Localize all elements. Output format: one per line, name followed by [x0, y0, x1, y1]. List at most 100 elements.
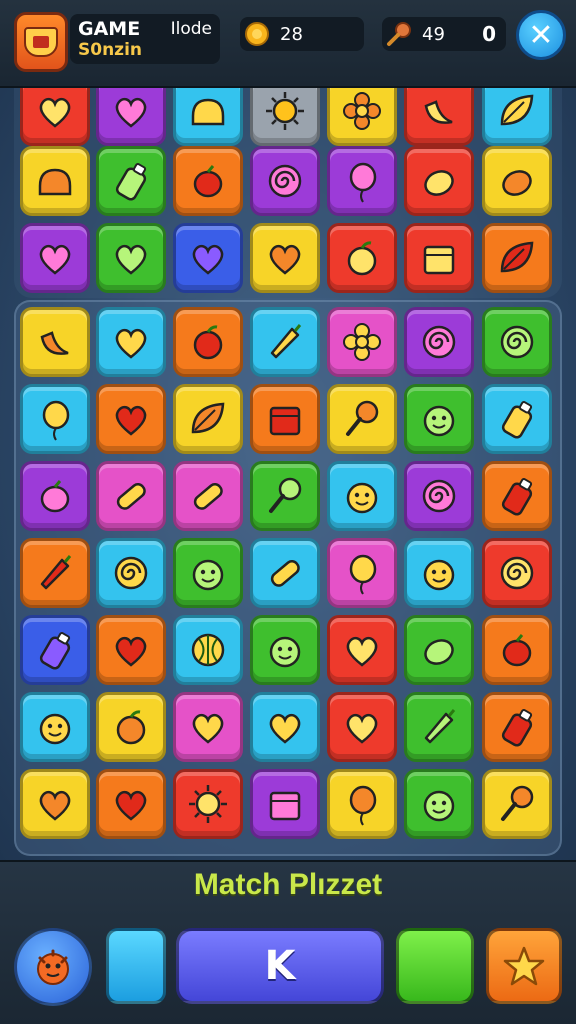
board-tile[interactable]: [173, 538, 243, 608]
lolly-icon: [346, 400, 379, 436]
board-tile[interactable]: [20, 692, 90, 762]
board-tile[interactable]: [482, 384, 552, 454]
board-tile[interactable]: [96, 461, 166, 531]
board-tile[interactable]: [250, 307, 320, 377]
board-tile[interactable]: [96, 538, 166, 608]
board-tile[interactable]: [173, 307, 243, 377]
board-tile[interactable]: [482, 461, 552, 531]
bottle-icon: [501, 478, 533, 516]
face-icon: [423, 405, 455, 437]
board-tile[interactable]: [173, 223, 243, 293]
board-tile[interactable]: [404, 307, 474, 377]
board-tile[interactable]: [404, 769, 474, 839]
board-tile[interactable]: [327, 384, 397, 454]
board-tile[interactable]: [327, 223, 397, 293]
heart-icon: [115, 636, 147, 667]
face-icon: [192, 559, 224, 591]
board-tile[interactable]: [173, 615, 243, 685]
carrot-icon: [40, 555, 72, 590]
board-tile[interactable]: [173, 692, 243, 762]
lemon-icon: [424, 170, 454, 196]
board-tile[interactable]: [250, 538, 320, 608]
board-tile[interactable]: [482, 223, 552, 293]
board-tile[interactable]: [96, 692, 166, 762]
booster-button-green[interactable]: [396, 928, 474, 1004]
board-tile[interactable]: [20, 461, 90, 531]
board-tile[interactable]: [96, 146, 166, 216]
board-tile[interactable]: [404, 692, 474, 762]
board-tile[interactable]: [404, 146, 474, 216]
balloon-icon: [349, 785, 377, 826]
star-button[interactable]: [486, 928, 562, 1004]
board-tile[interactable]: [327, 615, 397, 685]
board-tile[interactable]: [482, 615, 552, 685]
board-tile[interactable]: [250, 146, 320, 216]
close-button[interactable]: ✕: [516, 10, 566, 60]
board-tile[interactable]: [404, 384, 474, 454]
creature-icon: [37, 949, 69, 985]
pet-button[interactable]: [14, 928, 92, 1006]
board-tile[interactable]: [250, 769, 320, 839]
board-tile[interactable]: [173, 146, 243, 216]
booster-button-cyan[interactable]: [106, 928, 166, 1004]
box-icon: [269, 791, 301, 821]
board-tile[interactable]: [20, 615, 90, 685]
board-tile[interactable]: [404, 223, 474, 293]
candy-icon: [116, 482, 146, 510]
gem-count: 49: [422, 23, 445, 45]
box-icon: [423, 245, 455, 275]
balloon-icon: [349, 162, 377, 203]
game-name-label: Match Plızzet: [193, 868, 383, 901]
board-tile[interactable]: [250, 615, 320, 685]
board-tile[interactable]: [327, 692, 397, 762]
board-tile[interactable]: [250, 223, 320, 293]
board-tile[interactable]: [482, 146, 552, 216]
board-tile[interactable]: [404, 538, 474, 608]
board-tile[interactable]: [173, 769, 243, 839]
board-tile[interactable]: [20, 384, 90, 454]
heart-icon: [115, 97, 147, 128]
board-tile[interactable]: [482, 769, 552, 839]
bottle-icon: [39, 632, 71, 670]
box-icon: [269, 406, 301, 436]
board-tile[interactable]: [327, 307, 397, 377]
board-tile[interactable]: [250, 461, 320, 531]
board-tile[interactable]: [96, 384, 166, 454]
game-subtitle: S0nzin: [78, 40, 142, 60]
board-tile[interactable]: [404, 461, 474, 531]
board-tile[interactable]: [327, 769, 397, 839]
bottle-icon: [115, 163, 147, 201]
candy-icon: [270, 559, 300, 587]
board-tile[interactable]: [250, 692, 320, 762]
board-tile[interactable]: [404, 615, 474, 685]
board-tile[interactable]: [173, 461, 243, 531]
board-tile[interactable]: [96, 615, 166, 685]
swirl-icon: [422, 479, 456, 513]
main-action-button[interactable]: K: [176, 928, 384, 1004]
board-tile[interactable]: [20, 769, 90, 839]
lolly-icon: [501, 785, 534, 821]
face-icon: [423, 559, 455, 591]
board-tile[interactable]: [173, 384, 243, 454]
board-tile[interactable]: [20, 538, 90, 608]
board-tile[interactable]: [327, 461, 397, 531]
board-tile[interactable]: [96, 769, 166, 839]
swirl-icon: [500, 325, 534, 359]
board-tile[interactable]: [327, 538, 397, 608]
board-tile[interactable]: [482, 538, 552, 608]
board-tile[interactable]: [482, 307, 552, 377]
board-tile[interactable]: [20, 146, 90, 216]
board-tile[interactable]: [327, 146, 397, 216]
swirl-icon: [500, 556, 534, 590]
board-tile[interactable]: [482, 692, 552, 762]
board-tile[interactable]: [20, 307, 90, 377]
balloon-icon: [349, 554, 377, 595]
shield-badge-icon[interactable]: [14, 12, 68, 72]
board-tile[interactable]: [96, 223, 166, 293]
board-tile[interactable]: [250, 384, 320, 454]
game-title: GAME: [78, 18, 141, 40]
face-icon: [269, 636, 301, 668]
lemon-icon: [424, 639, 454, 665]
board-tile[interactable]: [20, 223, 90, 293]
board-tile[interactable]: [96, 307, 166, 377]
